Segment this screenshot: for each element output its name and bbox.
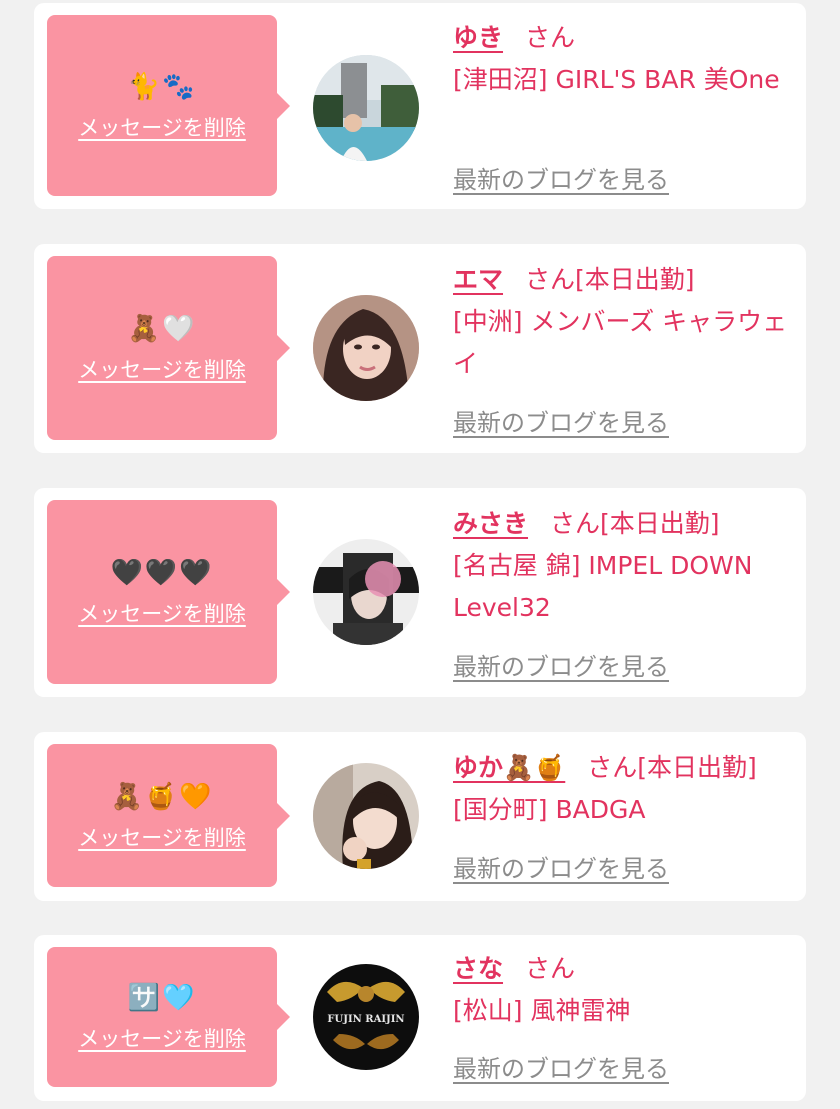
attendance-status: [本日出勤]	[575, 265, 695, 294]
latest-blog-link[interactable]: 最新のブログを見る	[453, 647, 669, 682]
delete-message-link[interactable]: メッセージを削除	[78, 598, 246, 628]
message-bubble: 🧸🤍 メッセージを削除	[47, 256, 290, 440]
name-line: さな さん	[453, 948, 793, 990]
delete-message-link[interactable]: メッセージを削除	[78, 354, 246, 384]
message-card: 🈂️🩵 メッセージを削除 FUJIN RAIJIN さな さん [松山] 風神雷神…	[34, 935, 806, 1101]
honorific: さん	[525, 954, 576, 983]
name-line: ゆか🧸🍯 さん[本日出勤]	[453, 747, 793, 789]
cast-info: ゆき さん [津田沼] GIRL'S BAR 美One	[453, 17, 793, 101]
cast-name-link[interactable]: さな	[453, 954, 503, 983]
latest-blog-link[interactable]: 最新のブログを見る	[453, 1049, 669, 1084]
avatar[interactable]	[313, 55, 419, 161]
delete-message-link[interactable]: メッセージを削除	[78, 822, 246, 852]
avatar-photo: FUJIN RAIJIN	[313, 964, 419, 1070]
message-text: 🐈🐾	[127, 71, 197, 102]
shop-name: [国分町] BADGA	[453, 795, 646, 824]
shop-name: [名古屋 錦] IMPEL DOWN Level32	[453, 551, 753, 622]
message-bubble: 🐈🐾 メッセージを削除	[47, 15, 290, 196]
latest-blog-link[interactable]: 最新のブログを見る	[453, 403, 669, 438]
honorific: さん	[525, 23, 576, 52]
avatar-photo	[313, 539, 419, 645]
message-text: 🧸🍯🧡	[110, 781, 214, 812]
avatar[interactable]: FUJIN RAIJIN	[313, 964, 419, 1070]
attendance-status: [本日出勤]	[637, 753, 757, 782]
message-text: 🈂️🩵	[127, 983, 197, 1013]
honorific: さん	[525, 265, 576, 294]
message-card: 🐈🐾 メッセージを削除 ゆき さん [津田沼] GIRL'S BAR 美One 最…	[34, 3, 806, 209]
avatar-photo	[313, 295, 419, 401]
cast-info: さな さん [松山] 風神雷神	[453, 948, 793, 1032]
cast-name-link[interactable]: エマ	[453, 265, 503, 294]
avatar[interactable]	[313, 295, 419, 401]
avatar[interactable]	[313, 763, 419, 869]
latest-blog-link[interactable]: 最新のブログを見る	[453, 160, 669, 195]
delete-message-link[interactable]: メッセージを削除	[78, 1023, 246, 1053]
avatar[interactable]	[313, 539, 419, 645]
name-line: エマ さん[本日出勤]	[453, 259, 793, 301]
cast-name-link[interactable]: ゆき	[453, 23, 503, 52]
cast-info: ゆか🧸🍯 さん[本日出勤] [国分町] BADGA	[453, 747, 793, 831]
message-card: 🧸🤍 メッセージを削除 エマ さん[本日出勤] [中洲] メンバーズ キャラウェイ…	[34, 244, 806, 453]
honorific: さん	[550, 509, 601, 538]
avatar-logo-text: FUJIN RAIJIN	[327, 1014, 404, 1025]
attendance-status: [本日出勤]	[600, 509, 720, 538]
message-card: 🖤🖤🖤 メッセージを削除 みさき さん[本日出勤] [名古屋 錦] IMPEL D…	[34, 488, 806, 697]
honorific: さん	[587, 753, 638, 782]
name-line: ゆき さん	[453, 17, 793, 59]
name-line: みさき さん[本日出勤]	[453, 503, 793, 545]
shop-name: [中洲] メンバーズ キャラウェイ	[453, 307, 788, 378]
cast-info: みさき さん[本日出勤] [名古屋 錦] IMPEL DOWN Level32	[453, 503, 793, 629]
message-bubble: 🧸🍯🧡 メッセージを削除	[47, 744, 290, 887]
latest-blog-link[interactable]: 最新のブログを見る	[453, 849, 669, 884]
message-text: 🧸🤍	[127, 314, 197, 344]
shop-name: [松山] 風神雷神	[453, 996, 631, 1025]
message-bubble: 🈂️🩵 メッセージを削除	[47, 947, 290, 1087]
avatar-photo	[313, 763, 419, 869]
cast-name-link[interactable]: ゆか🧸🍯	[453, 753, 565, 782]
cast-name-link[interactable]: みさき	[453, 509, 528, 538]
message-card: 🧸🍯🧡 メッセージを削除 ゆか🧸🍯 さん[本日出勤] [国分町] BADGA 最新…	[34, 732, 806, 901]
message-text: 🖤🖤🖤	[110, 558, 214, 588]
shop-name: [津田沼] GIRL'S BAR 美One	[453, 65, 780, 94]
avatar-photo	[313, 55, 419, 161]
cast-info: エマ さん[本日出勤] [中洲] メンバーズ キャラウェイ	[453, 259, 793, 385]
message-bubble: 🖤🖤🖤 メッセージを削除	[47, 500, 290, 684]
delete-message-link[interactable]: メッセージを削除	[78, 112, 246, 142]
